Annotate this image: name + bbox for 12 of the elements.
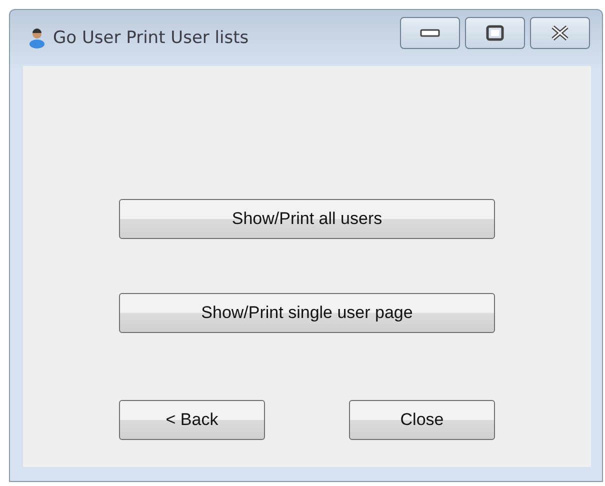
close-button[interactable]: Close (349, 400, 495, 440)
maximize-icon (486, 25, 504, 41)
action-button[interactable]: Show/Print single user page (119, 293, 495, 333)
action-button[interactable]: Show/Print all users (119, 199, 495, 239)
minimize-button[interactable] (400, 17, 460, 49)
back-button[interactable]: < Back (119, 400, 265, 440)
maximize-button[interactable] (465, 17, 525, 49)
close-icon (550, 25, 570, 41)
minimize-icon (420, 29, 440, 37)
user-icon (29, 27, 45, 49)
window-title: Go User Print User lists (53, 28, 250, 48)
close-window-button[interactable] (530, 17, 590, 49)
